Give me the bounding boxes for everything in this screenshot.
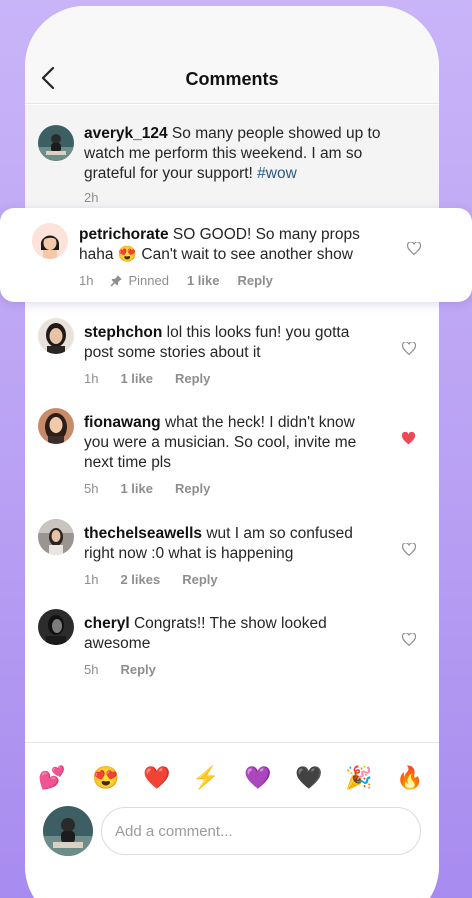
comment-item: stephchon lol this looks fun! you gotta …	[25, 312, 439, 392]
phone-frame: Comments averyk_124 So many people showe…	[25, 6, 439, 898]
post-caption: averyk_124 So many people showed up to w…	[25, 105, 439, 215]
pinned-label: Pinned	[128, 273, 169, 288]
reply-button[interactable]: Reply	[120, 662, 155, 677]
comment-meta: 1h Pinned 1 like Reply	[79, 273, 273, 288]
caption-meta: 2h	[84, 190, 98, 205]
heart-outline-icon	[402, 542, 416, 556]
reply-button[interactable]: Reply	[175, 481, 210, 496]
likes-count[interactable]: 1 like	[120, 371, 153, 386]
comment-item: cheryl Congrats!! The show looked awesom…	[25, 603, 439, 683]
heart-filled-icon	[401, 431, 415, 444]
avatar-illustration-icon	[32, 223, 68, 259]
heart-outline-icon	[402, 632, 416, 646]
comment-input[interactable]	[102, 808, 420, 854]
comment-meta: 5h Reply	[84, 662, 156, 677]
emoji-lightning-button[interactable]: ⚡	[190, 765, 222, 791]
heart-eyes-emoji: 😍	[117, 246, 138, 263]
emoji-black-heart-button[interactable]: 🖤	[293, 765, 325, 791]
timestamp: 1h	[79, 273, 94, 288]
heart-outline-icon	[402, 341, 416, 355]
comment-input-wrapper	[101, 807, 421, 855]
username[interactable]: fionawang	[84, 414, 161, 431]
comment-meta: 5h 1 like Reply	[84, 481, 210, 496]
username[interactable]: cheryl	[84, 615, 130, 632]
emoji-party-popper-button[interactable]: 🎉	[343, 765, 375, 791]
timestamp: 5h	[84, 481, 99, 496]
timestamp: 5h	[84, 662, 99, 677]
timestamp: 1h	[84, 572, 99, 587]
avatar[interactable]	[38, 318, 74, 354]
hashtag-link[interactable]: #wow	[257, 165, 297, 182]
avatar-photo-icon	[43, 806, 93, 856]
comment-text: stephchon lol this looks fun! you gotta …	[84, 324, 350, 361]
pinned-comment: petrichorate SO GOOD! So many props haha…	[0, 208, 472, 302]
reply-button[interactable]: Reply	[175, 371, 210, 386]
avatar[interactable]	[32, 223, 68, 259]
username[interactable]: stephchon	[84, 324, 162, 341]
like-button[interactable]	[400, 430, 416, 446]
avatar[interactable]	[43, 806, 93, 856]
avatar-photo-icon	[38, 609, 74, 645]
avatar-photo-icon	[38, 519, 74, 555]
emoji-heart-eyes-button[interactable]: 😍	[90, 765, 122, 791]
avatar[interactable]	[38, 609, 74, 645]
username[interactable]: petrichorate	[79, 226, 169, 243]
comment-text: thechelseawells wut I am so confused rig…	[84, 525, 353, 562]
username[interactable]: averyk_124	[84, 125, 168, 142]
timestamp: 1h	[84, 371, 99, 386]
reply-button[interactable]: Reply	[182, 572, 217, 587]
avatar-photo-icon	[38, 408, 74, 444]
like-button[interactable]	[406, 240, 422, 256]
avatar[interactable]	[38, 519, 74, 555]
avatar-photo-icon	[38, 125, 74, 161]
like-button[interactable]	[401, 631, 417, 647]
likes-count[interactable]: 1 like	[120, 481, 153, 496]
comment-meta: 1h 1 like Reply	[84, 371, 210, 386]
caption-text: averyk_124 So many people showed up to w…	[84, 125, 381, 182]
pin-icon	[111, 275, 123, 287]
comment-text: fionawang what the heck! I didn't know y…	[84, 414, 357, 471]
emoji-purple-heart-button[interactable]: 💜	[242, 765, 274, 791]
username[interactable]: thechelseawells	[84, 525, 202, 542]
like-button[interactable]	[401, 541, 417, 557]
comment-text: cheryl Congrats!! The show looked awesom…	[84, 615, 327, 652]
avatar[interactable]	[38, 125, 74, 161]
comment-meta: 1h 2 likes Reply	[84, 572, 218, 587]
timestamp: 2h	[84, 190, 99, 205]
emoji-red-heart-button[interactable]: ❤️	[141, 765, 173, 791]
comment-item: thechelseawells wut I am so confused rig…	[25, 513, 439, 593]
avatar-photo-icon	[38, 318, 74, 354]
emoji-two-hearts-button[interactable]: 💕	[36, 765, 68, 791]
heart-outline-icon	[407, 241, 421, 255]
comment-text: petrichorate SO GOOD! So many props haha…	[79, 226, 360, 263]
like-button[interactable]	[401, 340, 417, 356]
comment-item: fionawang what the heck! I didn't know y…	[25, 402, 439, 502]
avatar[interactable]	[38, 408, 74, 444]
likes-count[interactable]: 1 like	[187, 273, 220, 288]
header-bar: Comments	[25, 6, 439, 104]
likes-count[interactable]: 2 likes	[120, 572, 160, 587]
page-title: Comments	[185, 69, 279, 89]
reply-button[interactable]: Reply	[237, 273, 272, 288]
emoji-fire-button[interactable]: 🔥	[394, 765, 426, 791]
